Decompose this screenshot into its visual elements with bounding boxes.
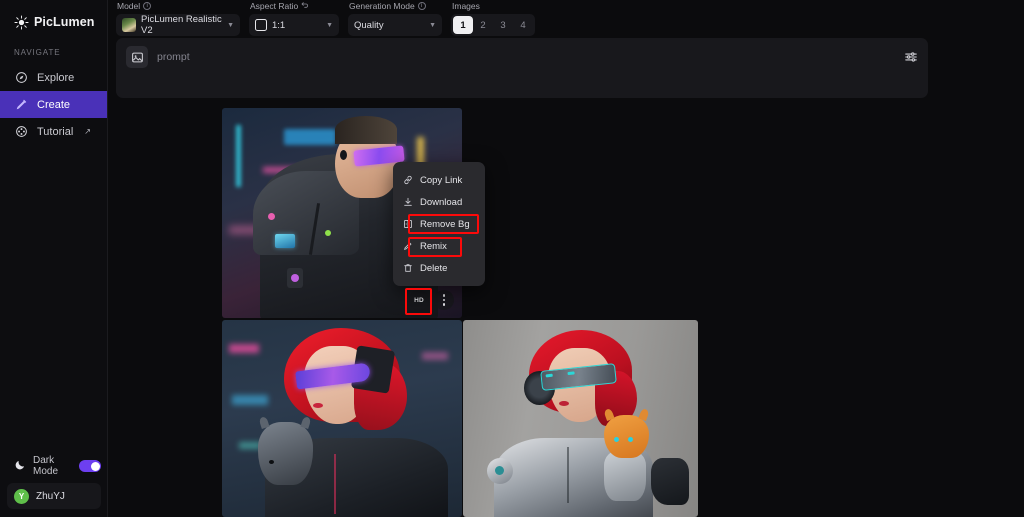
model-select[interactable]: PicLumen Realistic V2 ▼ [116, 14, 240, 36]
context-menu-item-download[interactable]: Download [393, 191, 485, 213]
generation-mode-label: Generation Mode [349, 1, 415, 11]
moon-icon [14, 459, 26, 474]
info-icon[interactable]: i [143, 2, 152, 10]
model-group: Model i PicLumen Realistic V2 ▼ [116, 1, 240, 36]
images-label-row: Images [451, 1, 535, 11]
model-label: Model [117, 1, 141, 11]
link-icon [403, 175, 413, 185]
remove-bg-icon [403, 219, 413, 229]
images-count-4[interactable]: 4 [513, 16, 533, 34]
aspect-ratio-label: Aspect Ratio [250, 1, 299, 11]
context-menu-item-label: Remove Bg [420, 218, 470, 230]
chevron-down-icon: ▼ [326, 21, 333, 29]
mode-label-row: Generation Mode i [348, 1, 442, 11]
context-menu-item-delete[interactable]: Delete [393, 257, 485, 279]
brand[interactable]: PicLumen [0, 0, 107, 34]
aspect-ratio-group: Aspect Ratio 1:1 ▼ [249, 1, 339, 36]
model-value: PicLumen Realistic V2 [141, 14, 222, 36]
context-menu-item-remove-bg[interactable]: Remove Bg [393, 213, 485, 235]
context-menu-item-label: Remix [420, 240, 447, 252]
prompt-bar[interactable]: prompt [116, 38, 928, 98]
compass-icon [14, 71, 28, 85]
brush-icon [14, 98, 28, 112]
generated-image [463, 320, 698, 517]
chevron-down-icon: ▼ [227, 21, 234, 29]
sidebar-item-label: Create [37, 98, 71, 111]
generation-controls: Model i PicLumen Realistic V2 ▼ Aspect R… [108, 0, 1024, 36]
dark-mode-row[interactable]: Dark Mode [7, 453, 101, 479]
gallery-item-red-hair-woman-cat[interactable] [222, 320, 462, 517]
context-menu-item-copy-link[interactable]: Copy Link [393, 169, 485, 191]
images-count-1[interactable]: 1 [453, 16, 473, 34]
sidebar: PicLumen NAVIGATE Explore Create Tutoria… [0, 0, 108, 517]
images-count-2[interactable]: 2 [473, 16, 493, 34]
user-name: ZhuYJ [36, 490, 65, 502]
context-menu-item-label: Copy Link [420, 174, 463, 186]
info-icon[interactable]: i [417, 2, 426, 10]
dark-mode-toggle[interactable] [79, 460, 101, 472]
hd-upscale-icon[interactable]: HD [409, 290, 429, 310]
image-context-menu: Copy Link Download Remove Bg Remix Delet… [393, 162, 485, 286]
pencil-icon [403, 241, 413, 251]
sidebar-item-create[interactable]: Create [0, 91, 107, 118]
sidebar-footer: Dark Mode Y ZhuYJ [0, 453, 108, 517]
context-menu-item-remix[interactable]: Remix [393, 235, 485, 257]
user-profile-row[interactable]: Y ZhuYJ [7, 483, 101, 509]
undo-icon[interactable] [301, 1, 309, 11]
brand-name: PicLumen [34, 15, 95, 29]
gallery-item-red-hair-woman-fox[interactable] [463, 320, 698, 517]
trash-icon [403, 263, 413, 273]
model-label-row: Model i [116, 1, 240, 11]
sidebar-item-label: Tutorial [37, 125, 74, 138]
image-upload-icon[interactable] [126, 46, 148, 68]
images-count-group: Images 1 2 3 4 [451, 1, 535, 36]
aspect-label-row: Aspect Ratio [249, 1, 339, 11]
generation-mode-value: Quality [354, 19, 384, 31]
dark-mode-label: Dark Mode [33, 455, 59, 477]
generated-image [222, 320, 462, 517]
generation-mode-select[interactable]: Quality ▼ [348, 14, 442, 36]
prompt-input[interactable]: prompt [157, 46, 190, 63]
aspect-ratio-select[interactable]: 1:1 ▼ [249, 14, 339, 36]
sidebar-item-explore[interactable]: Explore [0, 64, 107, 91]
external-link-icon: ↗ [84, 127, 91, 136]
main-area: Model i PicLumen Realistic V2 ▼ Aspect R… [108, 0, 1024, 517]
images-count-segmented: 1 2 3 4 [451, 14, 535, 36]
nav-section-label: NAVIGATE [14, 48, 61, 57]
chevron-down-icon: ▼ [429, 21, 436, 29]
film-reel-icon [14, 125, 28, 139]
context-menu-item-label: Delete [420, 262, 448, 274]
sliders-icon[interactable] [898, 44, 924, 70]
aspect-ratio-value: 1:1 [272, 19, 286, 31]
sidebar-item-tutorial[interactable]: Tutorial ↗ [0, 118, 107, 145]
kebab-menu-icon[interactable] [434, 290, 454, 310]
model-thumbnail [122, 18, 136, 32]
sun-burst-logo-icon [14, 14, 29, 30]
avatar: Y [14, 488, 29, 504]
sidebar-item-label: Explore [37, 71, 75, 84]
images-label: Images [452, 1, 480, 11]
piclumen-app: PicLumen NAVIGATE Explore Create Tutoria… [0, 0, 1024, 517]
generation-mode-group: Generation Mode i Quality ▼ [348, 1, 442, 36]
download-icon [403, 197, 413, 207]
images-count-3[interactable]: 3 [493, 16, 513, 34]
square-icon [255, 19, 267, 31]
card-action-bar: HD [409, 290, 454, 310]
hd-label: HD [414, 296, 424, 304]
context-menu-item-label: Download [420, 196, 463, 208]
